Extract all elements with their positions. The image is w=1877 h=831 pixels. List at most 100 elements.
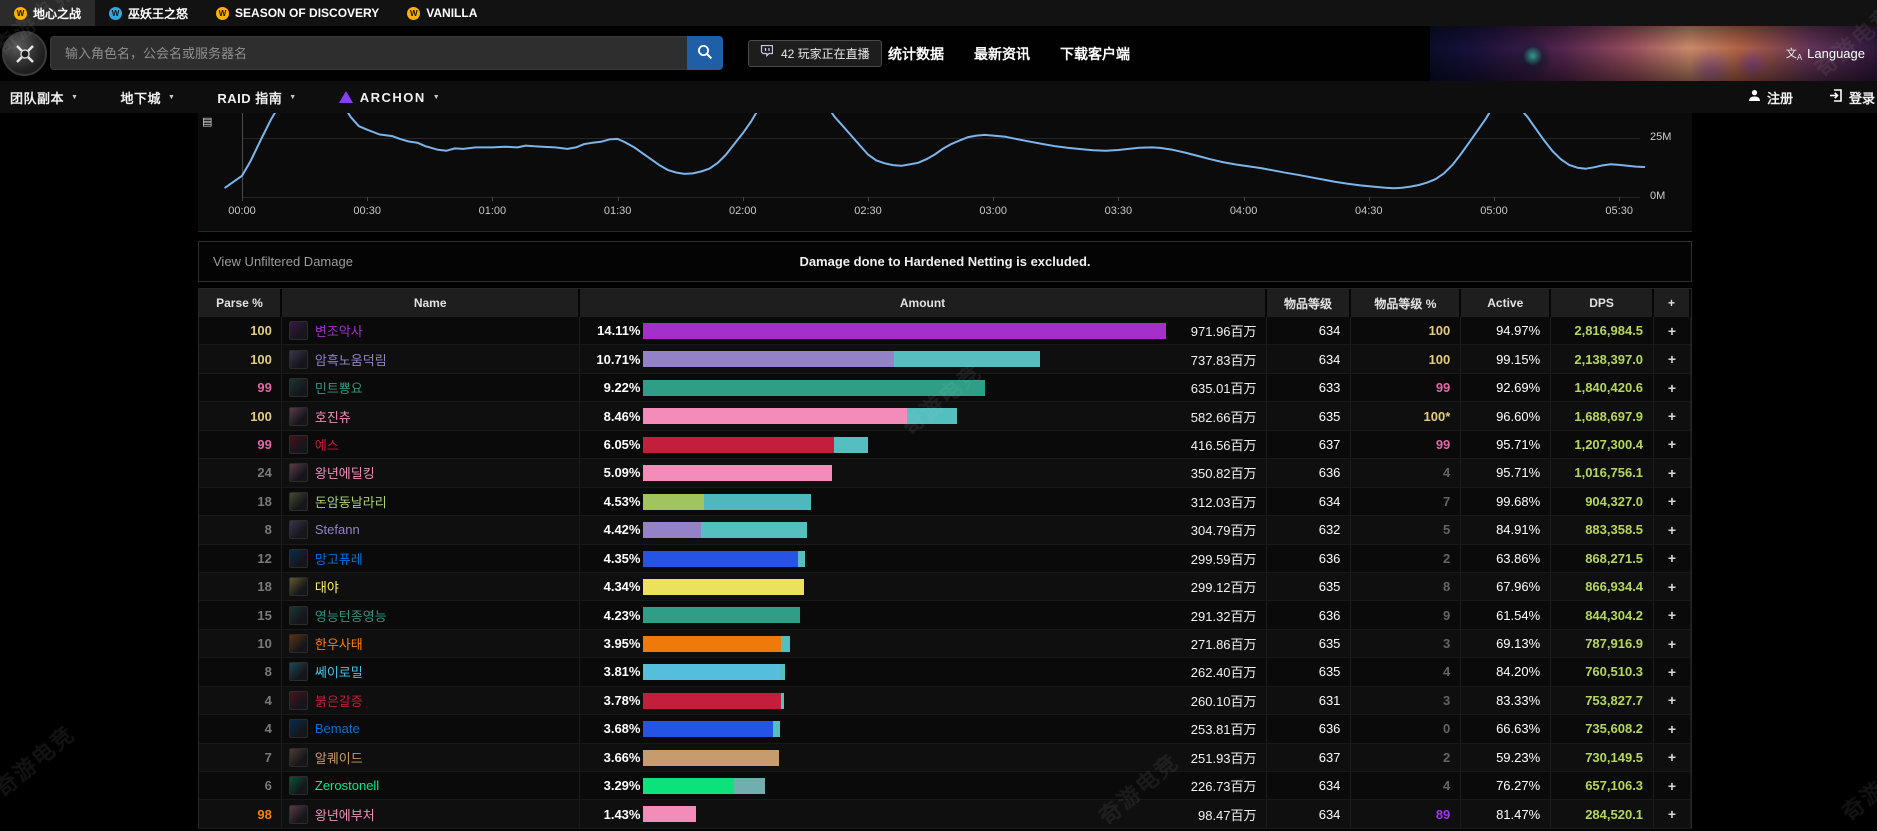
damage-bar-segment [643,551,798,567]
expand-row-button[interactable]: + [1654,402,1691,429]
player-name-link[interactable]: 영능턴종영능 [315,606,387,625]
tab-game-version-2[interactable]: WSEASON OF DISCOVERY [202,0,393,26]
nav-item-raids[interactable]: 团队副本 ▼ [10,88,78,107]
column-header-7[interactable]: + [1654,289,1691,317]
game-version-icon: W [14,7,27,20]
link-download-client[interactable]: 下载客户端 [1060,44,1130,64]
player-cell: 민트뿅요 [282,374,581,401]
damage-bar-segment [643,607,800,623]
expand-row-button[interactable]: + [1654,800,1691,827]
damage-bar-segment [734,778,766,794]
item-level: 636 [1267,601,1352,628]
column-header-5[interactable]: Active [1461,289,1551,317]
table-row: 100암흑노움덕림10.71%737.83百万63410099.15%2,138… [199,345,1691,373]
link-statistics[interactable]: 统计数据 [888,44,944,64]
login-button[interactable]: 登录 [1829,88,1875,107]
expand-row-button[interactable]: + [1654,488,1691,515]
expand-row-button[interactable]: + [1654,772,1691,799]
warcraftlogs-logo-icon[interactable] [2,31,47,76]
player-cell: Bemate [282,715,581,742]
expand-row-button[interactable]: + [1654,374,1691,401]
expand-row-button[interactable]: + [1654,630,1691,657]
nav-item-dungeons[interactable]: 地下城 ▼ [120,88,175,107]
item-level-parse-percent: 99 [1351,431,1461,458]
player-name-link[interactable]: 알퀘이드 [315,748,363,767]
nav-item-archon[interactable]: ARCHON ▼ [339,90,441,105]
column-header-4[interactable]: 物品等级 % [1351,289,1461,317]
player-name-link[interactable]: 붉은갈증 [315,691,363,710]
damage-bar-segment [643,778,733,794]
search-input[interactable] [50,36,687,70]
expand-row-button[interactable]: + [1654,715,1691,742]
parse-percent: 18 [199,488,282,515]
expand-row-button[interactable]: + [1654,545,1691,572]
player-name-link[interactable]: 한우사태 [315,634,363,653]
register-button[interactable]: 注册 [1748,88,1793,107]
player-name-link[interactable]: Stefann [315,522,360,537]
chevron-down-icon: ▼ [289,94,296,101]
twitch-icon [760,45,773,62]
link-news[interactable]: 最新资讯 [974,44,1030,64]
player-name-link[interactable]: 망고퓨레 [315,549,363,568]
language-selector[interactable]: 文A Language [1786,26,1865,81]
tab-game-version-3[interactable]: WVANILLA [393,0,491,26]
nav-item-raid-guide[interactable]: RAID 指南 ▼ [217,88,296,107]
tab-game-version-1[interactable]: W巫妖王之怒 [95,0,202,26]
watermark: 奇游电竞 [1834,741,1877,827]
expand-row-button[interactable]: + [1654,431,1691,458]
player-name-link[interactable]: 호진츄 [315,407,351,426]
player-name-link[interactable]: 민트뿅요 [315,378,363,397]
amount-cell: 1.43%98.47百万 [580,800,1266,827]
expand-row-button[interactable]: + [1654,317,1691,344]
damage-bar [643,778,765,794]
tab-label: 巫妖王之怒 [128,5,188,22]
x-axis-tick-label: 01:30 [604,205,632,217]
chart-menu-icon[interactable]: ▤ [202,115,212,128]
twitch-live-badge[interactable]: 42 玩家正在直播 [748,40,882,67]
chevron-down-icon: ▼ [433,94,440,101]
damage-bar-segment [643,380,985,396]
parse-percent: 4 [199,715,282,742]
column-header-1[interactable]: Name [282,289,581,317]
player-name-link[interactable]: 왕년에딜킹 [315,463,375,482]
damage-percent: 3.78% [580,687,640,714]
player-name-link[interactable]: Bemate [315,721,360,736]
expand-row-button[interactable]: + [1654,345,1691,372]
player-name-link[interactable]: 변조악사 [315,321,363,340]
item-level: 636 [1267,459,1352,486]
amount-cell: 3.68%253.81百万 [580,715,1266,742]
column-header-0[interactable]: Parse % [199,289,282,317]
tab-game-version-0[interactable]: W地心之战 [0,0,95,26]
table-row: 6Zerostonell3.29%226.73百万634476.27%657,1… [199,772,1691,800]
item-level: 634 [1267,317,1352,344]
expand-row-button[interactable]: + [1654,744,1691,771]
player-name-link[interactable]: 예스 [315,435,339,454]
item-level-parse-percent: 89 [1351,800,1461,827]
item-level: 637 [1267,431,1352,458]
column-header-6[interactable]: DPS [1551,289,1654,317]
damage-percent: 14.11% [580,317,640,344]
dps-value: 735,608.2 [1551,715,1654,742]
expand-row-button[interactable]: + [1654,573,1691,600]
column-header-2[interactable]: Amount [580,289,1266,317]
expand-row-button[interactable]: + [1654,687,1691,714]
expand-row-button[interactable]: + [1654,459,1691,486]
expand-row-button[interactable]: + [1654,658,1691,685]
player-name-link[interactable]: 왕년에부처 [315,805,375,824]
column-header-3[interactable]: 物品等级 [1267,289,1352,317]
search-button[interactable] [687,36,723,70]
expand-row-button[interactable]: + [1654,516,1691,543]
item-level-parse-percent: 4 [1351,772,1461,799]
player-name-link[interactable]: 쎄이로밀 [315,662,363,681]
player-name-link[interactable]: 대야 [315,577,339,596]
player-name-link[interactable]: Zerostonell [315,778,379,793]
player-name-link[interactable]: 돈암동날라리 [315,492,387,511]
damage-amount: 260.10百万 [1191,687,1257,714]
table-row: 7알퀘이드3.66%251.93百万637259.23%730,149.5+ [199,744,1691,772]
player-name-link[interactable]: 암흑노움덕림 [315,350,387,369]
item-level: 634 [1267,772,1352,799]
damage-bar [643,551,804,567]
damage-amount: 304.79百万 [1191,516,1257,543]
expand-row-button[interactable]: + [1654,601,1691,628]
item-level: 634 [1267,488,1352,515]
